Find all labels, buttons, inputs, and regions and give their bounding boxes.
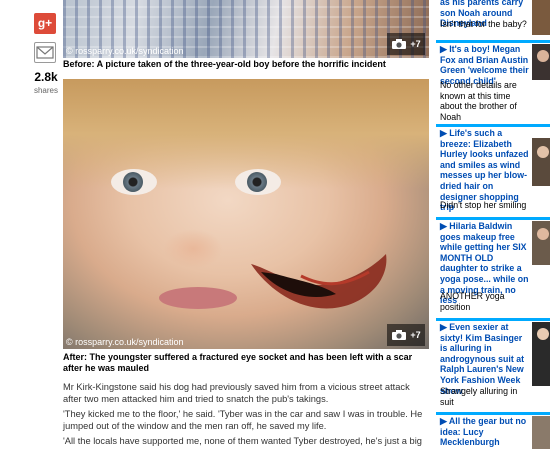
gallery-button[interactable]: +7 (387, 33, 425, 55)
photo-credit: © rossparry.co.uk/syndication (66, 46, 184, 56)
nose (163, 229, 223, 269)
gallery-button[interactable]: +7 (387, 324, 425, 346)
google-plus-share-button[interactable]: g+ (34, 13, 56, 34)
sidebar-story-summary: ANOTHER yoga position (440, 291, 505, 312)
article-paragraph: Mr Kirk-Kingstone said his dog had previ… (63, 382, 410, 404)
story-thumbnail[interactable] (532, 0, 550, 35)
sidebar-story-summary: Strangely alluring in suit (440, 386, 518, 407)
photo-caption: After: The youngster suffered a fracture… (63, 352, 413, 373)
story-thumbnail[interactable] (532, 221, 550, 265)
facial-wound (251, 254, 387, 309)
camera-icon (392, 39, 407, 49)
photo-credit: © rossparry.co.uk/syndication (66, 337, 184, 347)
right-eye (235, 169, 281, 195)
arrow-icon: ▶ (440, 322, 447, 332)
article-paragraph: 'They kicked me to the floor,' he said. … (63, 409, 423, 431)
sidebar-story[interactable]: ▶ Hilaria Baldwin goes makeup free while… (436, 217, 550, 314)
sidebar-story-title[interactable]: ▶ All the gear but no idea: Lucy Mecklen… (440, 416, 530, 449)
article-paragraph: 'All the locals have supported me, none … (63, 436, 422, 449)
sidebar-story[interactable]: ▶ It's a boy! Megan Fox and Brian Austin… (436, 40, 550, 122)
sidebar-story-summary: Isn't that for the baby? (440, 19, 527, 29)
mouth (159, 287, 237, 309)
left-eye (111, 169, 157, 195)
arrow-icon: ▶ (440, 128, 447, 138)
sidebar-story[interactable]: ▶ All the gear but no idea: Lucy Mecklen… (436, 412, 550, 449)
sidebar-story-summary: No other details are known at this time … (440, 80, 517, 122)
share-count: 2.8k (34, 70, 58, 84)
gallery-count: +7 (410, 39, 421, 49)
sidebar-story-summary: Didn't stop her smiling (440, 200, 527, 210)
camera-icon (392, 330, 407, 340)
story-thumbnail[interactable] (532, 416, 550, 449)
story-thumbnail[interactable] (532, 322, 550, 386)
gallery-count: +7 (410, 330, 421, 340)
share-count-label: shares (33, 86, 58, 95)
after-photo[interactable]: © rossparry.co.uk/syndication +7 (63, 79, 429, 349)
story-thumbnail[interactable] (532, 138, 550, 186)
arrow-icon: ▶ (440, 44, 447, 54)
email-share-button[interactable] (34, 42, 56, 63)
sidebar-story[interactable]: as his parents carry son Noah around Dis… (436, 0, 550, 39)
sidebar-story[interactable]: ▶ Even sexier at sixty! Kim Basinger is … (436, 318, 550, 410)
before-photo[interactable]: © rossparry.co.uk/syndication +7 (63, 0, 429, 58)
arrow-icon: ▶ (440, 416, 447, 426)
photo-caption: Before: A picture taken of the three-yea… (63, 59, 386, 69)
envelope-icon (36, 46, 54, 59)
sidebar-story[interactable]: ▶ Life's such a breeze: Elizabeth Hurley… (436, 124, 550, 214)
arrow-icon: ▶ (440, 221, 447, 231)
story-thumbnail[interactable] (532, 44, 550, 80)
